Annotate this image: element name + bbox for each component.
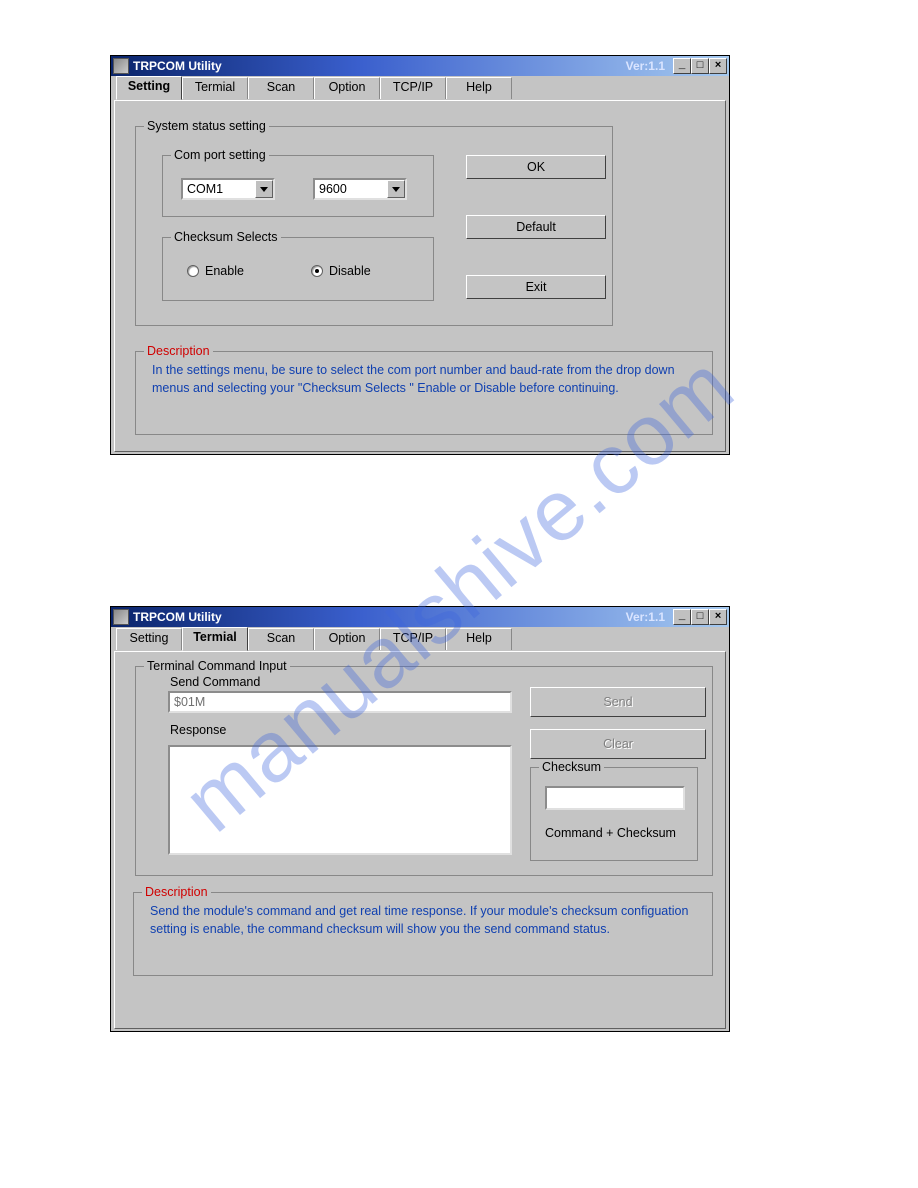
com-port-legend: Com port setting (171, 148, 269, 162)
description-legend: Description (142, 885, 211, 899)
maximize-icon: □ (697, 60, 704, 72)
checksum-legend: Checksum (539, 760, 604, 774)
minimize-button[interactable]: _ (673, 609, 691, 625)
close-icon: × (715, 611, 722, 623)
baud-rate-select[interactable]: 9600 (313, 178, 407, 200)
titlebar: TRPCOM Utility Ver:1.1 _ □ × (111, 56, 729, 76)
tab-setting[interactable]: Setting (116, 628, 182, 650)
checksum-output (545, 786, 685, 810)
clear-button[interactable]: Clear (530, 729, 706, 759)
description-text: In the settings menu, be sure to select … (152, 362, 698, 397)
tab-option[interactable]: Option (314, 628, 380, 650)
maximize-icon: □ (697, 611, 704, 623)
window-terminal: TRPCOM Utility Ver:1.1 _ □ × Setting Ter… (110, 606, 730, 1032)
tab-terminal[interactable]: Termial (182, 627, 248, 651)
tab-scan[interactable]: Scan (248, 77, 314, 99)
tab-tcpip[interactable]: TCP/IP (380, 628, 446, 650)
tab-terminal[interactable]: Termial (182, 77, 248, 99)
minimize-icon: _ (679, 60, 686, 72)
close-icon: × (715, 60, 722, 72)
titlebar-version: Ver:1.1 (626, 610, 665, 624)
close-button[interactable]: × (709, 58, 727, 74)
tab-tcpip[interactable]: TCP/IP (380, 77, 446, 99)
chevron-down-icon (387, 180, 405, 198)
response-label: Response (170, 723, 226, 737)
maximize-button[interactable]: □ (691, 58, 709, 74)
titlebar: TRPCOM Utility Ver:1.1 _ □ × (111, 607, 729, 627)
minimize-icon: _ (679, 611, 686, 623)
tab-panel-setting: System status setting Com port setting C… (114, 100, 726, 452)
titlebar-title: TRPCOM Utility (133, 59, 222, 73)
system-status-legend: System status setting (144, 119, 269, 133)
checksum-legend: Checksum Selects (171, 230, 281, 244)
radio-disable-label: Disable (329, 264, 371, 278)
send-command-label: Send Command (170, 675, 260, 689)
terminal-legend: Terminal Command Input (144, 659, 290, 673)
radio-icon (187, 265, 199, 277)
response-textarea[interactable] (168, 745, 512, 855)
ok-button[interactable]: OK (466, 155, 606, 179)
radio-enable[interactable]: Enable (187, 264, 244, 278)
checksum-footer: Command + Checksum (545, 826, 676, 840)
tab-help[interactable]: Help (446, 77, 512, 99)
radio-enable-label: Enable (205, 264, 244, 278)
close-button[interactable]: × (709, 609, 727, 625)
groupbox-checksum-selects: Checksum Selects Enable Disable (162, 237, 434, 301)
exit-button[interactable]: Exit (466, 275, 606, 299)
tab-scan[interactable]: Scan (248, 628, 314, 650)
chevron-down-icon (255, 180, 273, 198)
groupbox-description: Description In the settings menu, be sur… (135, 351, 713, 435)
groupbox-terminal-command: Terminal Command Input Send Command $01M… (135, 666, 713, 876)
tab-help[interactable]: Help (446, 628, 512, 650)
tab-setting[interactable]: Setting (116, 76, 182, 100)
radio-disable[interactable]: Disable (311, 264, 371, 278)
app-icon (113, 58, 129, 74)
description-legend: Description (144, 344, 213, 358)
titlebar-title: TRPCOM Utility (133, 610, 222, 624)
tab-option[interactable]: Option (314, 77, 380, 99)
tab-panel-terminal: Terminal Command Input Send Command $01M… (114, 651, 726, 1029)
groupbox-description: Description Send the module's command an… (133, 892, 713, 976)
send-command-input[interactable]: $01M (168, 691, 512, 713)
app-icon (113, 609, 129, 625)
default-button[interactable]: Default (466, 215, 606, 239)
description-text: Send the module's command and get real t… (150, 903, 698, 938)
window-setting: TRPCOM Utility Ver:1.1 _ □ × Setting Ter… (110, 55, 730, 455)
com-port-value: COM1 (187, 182, 223, 196)
titlebar-version: Ver:1.1 (626, 59, 665, 73)
maximize-button[interactable]: □ (691, 609, 709, 625)
send-button[interactable]: Send (530, 687, 706, 717)
groupbox-com-port: Com port setting COM1 9600 (162, 155, 434, 217)
groupbox-checksum: Checksum Command + Checksum (530, 767, 698, 861)
minimize-button[interactable]: _ (673, 58, 691, 74)
radio-icon (311, 265, 323, 277)
baud-rate-value: 9600 (319, 182, 347, 196)
groupbox-system-status: System status setting Com port setting C… (135, 126, 613, 326)
com-port-select[interactable]: COM1 (181, 178, 275, 200)
